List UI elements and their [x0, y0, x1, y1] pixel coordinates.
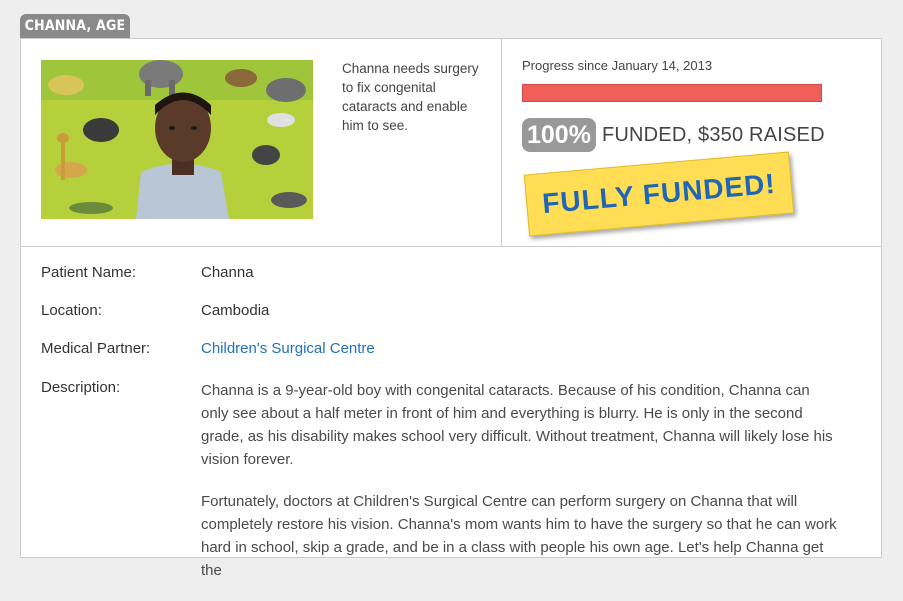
progress-bar: [522, 84, 822, 102]
location-value: Cambodia: [201, 302, 270, 319]
description-paragraph: Channa is a 9-year-old boy with congenit…: [201, 382, 833, 468]
percent-funded-badge: 100%: [522, 118, 596, 152]
funded-status: 100% FUNDED, $350 RAISED: [522, 117, 825, 153]
description-paragraph: Fortunately, doctors at Children's Surgi…: [201, 493, 837, 579]
patient-card: Channa needs surgery to fix congenital c…: [20, 38, 882, 579]
patient-summary: Channa needs surgery to fix congenital c…: [21, 39, 881, 247]
patient-photo-image: [41, 60, 313, 219]
description-label: Description:: [41, 379, 121, 396]
description: Channa is a 9-year-old boy with congenit…: [201, 379, 841, 601]
patient-photo: [41, 60, 313, 219]
fully-funded-stamp-text: FULLY FUNDED!: [541, 167, 777, 220]
progress-label: Progress since January 14, 2013: [522, 58, 713, 73]
funded-amount-text: FUNDED, $350 RAISED: [601, 123, 825, 146]
location-label: Location:: [41, 302, 102, 319]
patient-tab: CHANNA, AGE 9: [20, 14, 130, 59]
medical-partner-value: Children's Surgical Centre: [201, 340, 375, 357]
medical-partner-link[interactable]: Children's Surgical Centre: [201, 340, 375, 357]
summary-divider: [501, 39, 502, 246]
patient-name-value: Channa: [201, 264, 254, 281]
medical-partner-label: Medical Partner:: [41, 340, 151, 357]
progress-bar-fill: [522, 84, 822, 102]
patient-blurb: Channa needs surgery to fix congenital c…: [342, 61, 479, 133]
patient-name-label: Patient Name:: [41, 264, 137, 281]
fully-funded-stamp: FULLY FUNDED!: [523, 151, 795, 237]
